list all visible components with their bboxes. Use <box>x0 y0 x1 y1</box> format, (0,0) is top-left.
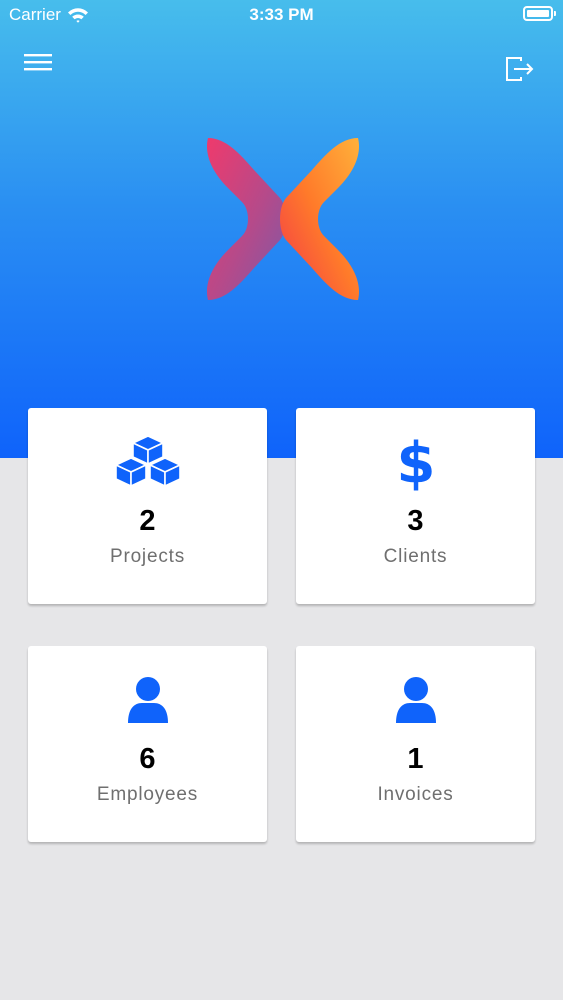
clients-label: Clients <box>383 546 448 567</box>
dollar-icon: $ <box>396 432 435 492</box>
employees-icon-wrap <box>28 670 267 730</box>
clients-card[interactable]: $ 3 Clients <box>296 408 535 604</box>
menu-button[interactable] <box>22 50 56 76</box>
status-bar: Carrier 3:33 PM <box>0 0 563 30</box>
clients-count: 3 <box>407 505 424 537</box>
projects-card[interactable]: 2 Projects <box>28 408 267 604</box>
employees-label: Employees <box>96 784 199 805</box>
invoices-card[interactable]: 1 Invoices <box>296 646 535 842</box>
logout-icon <box>506 57 534 81</box>
invoices-label: Invoices <box>377 784 454 805</box>
user-icon <box>395 677 436 723</box>
app-logo-icon <box>206 138 360 300</box>
logout-button[interactable] <box>504 55 536 83</box>
projects-count: 2 <box>139 505 156 537</box>
employees-count: 6 <box>139 743 156 775</box>
projects-label: Projects <box>109 546 186 567</box>
status-time: 3:33 PM <box>249 5 314 24</box>
cubes-icon <box>114 435 181 487</box>
invoices-icon-wrap <box>296 670 535 730</box>
app-logo <box>198 134 368 306</box>
clients-icon-wrap: $ <box>296 432 535 492</box>
user-icon <box>127 677 168 723</box>
invoices-count: 1 <box>407 743 424 775</box>
projects-icon-wrap <box>28 432 267 492</box>
employees-card[interactable]: 6 Employees <box>28 646 267 842</box>
hamburger-menu-icon <box>24 54 52 71</box>
battery-icon <box>523 6 556 21</box>
svg-text:$: $ <box>396 432 435 492</box>
